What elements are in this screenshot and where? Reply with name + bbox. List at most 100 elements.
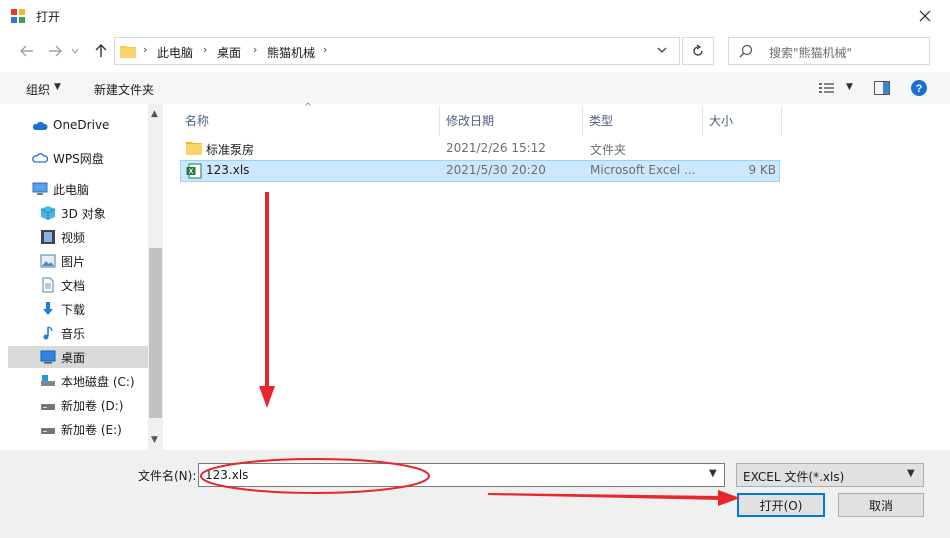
nav-label: 音乐 [61,327,86,341]
nav-item-music[interactable]: 音乐 [8,322,148,344]
drive-icon [41,404,55,410]
nav-label: 桌面 [61,351,86,365]
title-bar: 打开 [0,0,950,32]
column-header-size[interactable]: 大小 [709,112,733,129]
excel-file-icon: X [186,163,202,179]
navigation-pane: OneDrive WPS网盘 此电脑 3D 对象 视频 图片 文档 下载 音乐 … [8,104,148,450]
column-header-date[interactable]: 修改日期 [446,112,494,129]
nav-label: WPS网盘 [53,152,104,166]
nav-item-wps-drive[interactable]: WPS网盘 [8,147,148,169]
column-divider[interactable] [582,106,583,136]
drive-c-icon [41,375,55,386]
preview-pane-icon[interactable] [874,81,890,95]
arrow-left-icon [20,45,33,57]
nav-item-downloads[interactable]: 下载 [8,298,148,320]
caret-down-icon: ▼ [54,82,61,92]
chevron-down-icon: ▼ [907,468,915,479]
drive-icon [41,428,55,434]
file-size: 9 KB [748,163,776,177]
document-icon [42,277,54,293]
scrollbar-thumb[interactable] [149,248,162,418]
chevron-down-icon[interactable] [655,43,669,57]
arrow-up-icon [95,44,107,57]
up-button[interactable] [90,40,112,62]
file-row-xls[interactable]: X 123.xls 2021/5/30 20:20 Microsoft Exce… [180,160,780,182]
nav-label: 此电脑 [53,183,90,197]
column-header-type[interactable]: 类型 [589,112,613,129]
download-icon [43,302,53,315]
filter-value: EXCEL 文件(*.xls) [743,470,845,484]
file-type: 文件夹 [590,143,627,157]
nav-item-pictures[interactable]: 图片 [8,250,148,272]
music-icon [43,326,53,340]
column-header-name[interactable]: 名称 [185,112,209,129]
cube-icon [40,206,56,220]
nav-item-documents[interactable]: 文档 [8,274,148,296]
column-divider[interactable] [702,106,703,136]
breadcrumb-this-pc[interactable]: 此电脑 [157,44,193,61]
file-date: 2021/5/30 20:20 [446,163,546,177]
back-button[interactable] [16,40,38,62]
cloud-outline-icon [32,153,48,163]
nav-item-this-pc[interactable]: 此电脑 [8,178,148,200]
cloud-icon [32,121,48,130]
nav-item-drive-c[interactable]: 本地磁盘 (C:) [8,370,148,392]
nav-scrollbar[interactable]: ▲ ▼ [148,104,163,450]
recent-locations-button[interactable] [68,40,82,62]
column-divider[interactable] [781,106,782,136]
file-type: Microsoft Excel ... [590,163,696,177]
scroll-up-icon[interactable]: ▲ [151,109,158,119]
chevron-down-icon[interactable]: ▼ [709,468,717,479]
filename-input[interactable]: 123.xls ▼ [198,463,725,487]
view-options-caret-icon[interactable]: ▼ [846,82,853,92]
scroll-down-icon[interactable]: ▼ [151,435,158,445]
desktop-icon [40,350,56,364]
svg-text:X: X [189,169,194,176]
breadcrumb-separator: › [143,43,148,56]
open-button[interactable]: 打开(O) [737,493,825,517]
command-bar: 组织 ▼ 新建文件夹 ▼ ? [0,72,950,104]
nav-label: 文档 [61,279,86,293]
help-icon[interactable]: ? [910,79,928,97]
nav-item-desktop[interactable]: 桌面 [8,346,148,368]
nav-label: 下载 [61,303,86,317]
file-name: 标准泵房 [206,143,255,157]
address-bar[interactable]: › 此电脑 › 桌面 › 熊猫机械 › [114,37,680,65]
search-placeholder: 搜索"熊猫机械" [769,46,853,60]
refresh-icon [693,44,703,56]
refresh-button[interactable] [682,37,714,65]
nav-item-3d-objects[interactable]: 3D 对象 [8,202,148,224]
nav-item-drive-e[interactable]: 新加卷 (E:) [8,418,148,440]
nav-label: 视频 [61,231,86,245]
forward-button[interactable] [44,40,66,62]
folder-icon [120,46,136,58]
app-icon [11,9,25,23]
nav-item-drive-d[interactable]: 新加卷 (D:) [8,394,148,416]
sort-ascending-icon: ^ [304,102,313,113]
new-folder-button[interactable]: 新建文件夹 [94,81,154,98]
breadcrumb-separator: › [253,43,258,56]
file-type-filter[interactable]: EXCEL 文件(*.xls) ▼ [736,463,924,487]
window-title: 打开 [36,10,61,24]
filename-value: 123.xls [205,468,249,482]
view-list-icon[interactable] [818,81,836,95]
close-button[interactable] [910,2,940,30]
file-name: 123.xls [206,163,250,177]
breadcrumb-folder[interactable]: 熊猫机械 [267,44,315,61]
nav-label: 图片 [61,255,86,269]
column-divider[interactable] [439,106,440,136]
nav-label: 3D 对象 [61,207,106,221]
chevron-down-icon [71,48,79,54]
organize-button[interactable]: 组织 [26,81,50,98]
nav-label: OneDrive [53,118,110,132]
file-list: ^ 名称 修改日期 类型 大小 标准泵房 2021/2/26 15:12 文件夹… [164,102,950,450]
nav-item-videos[interactable]: 视频 [8,226,148,248]
close-icon [919,10,931,22]
file-row-folder[interactable]: 标准泵房 2021/2/26 15:12 文件夹 [180,138,780,160]
breadcrumb-desktop[interactable]: 桌面 [217,44,241,61]
cancel-button[interactable]: 取消 [838,493,924,517]
nav-item-onedrive[interactable]: OneDrive [8,115,148,137]
computer-icon [32,182,48,195]
search-input[interactable]: 搜索"熊猫机械" [728,37,930,65]
nav-label: 新加卷 (D:) [61,399,124,413]
